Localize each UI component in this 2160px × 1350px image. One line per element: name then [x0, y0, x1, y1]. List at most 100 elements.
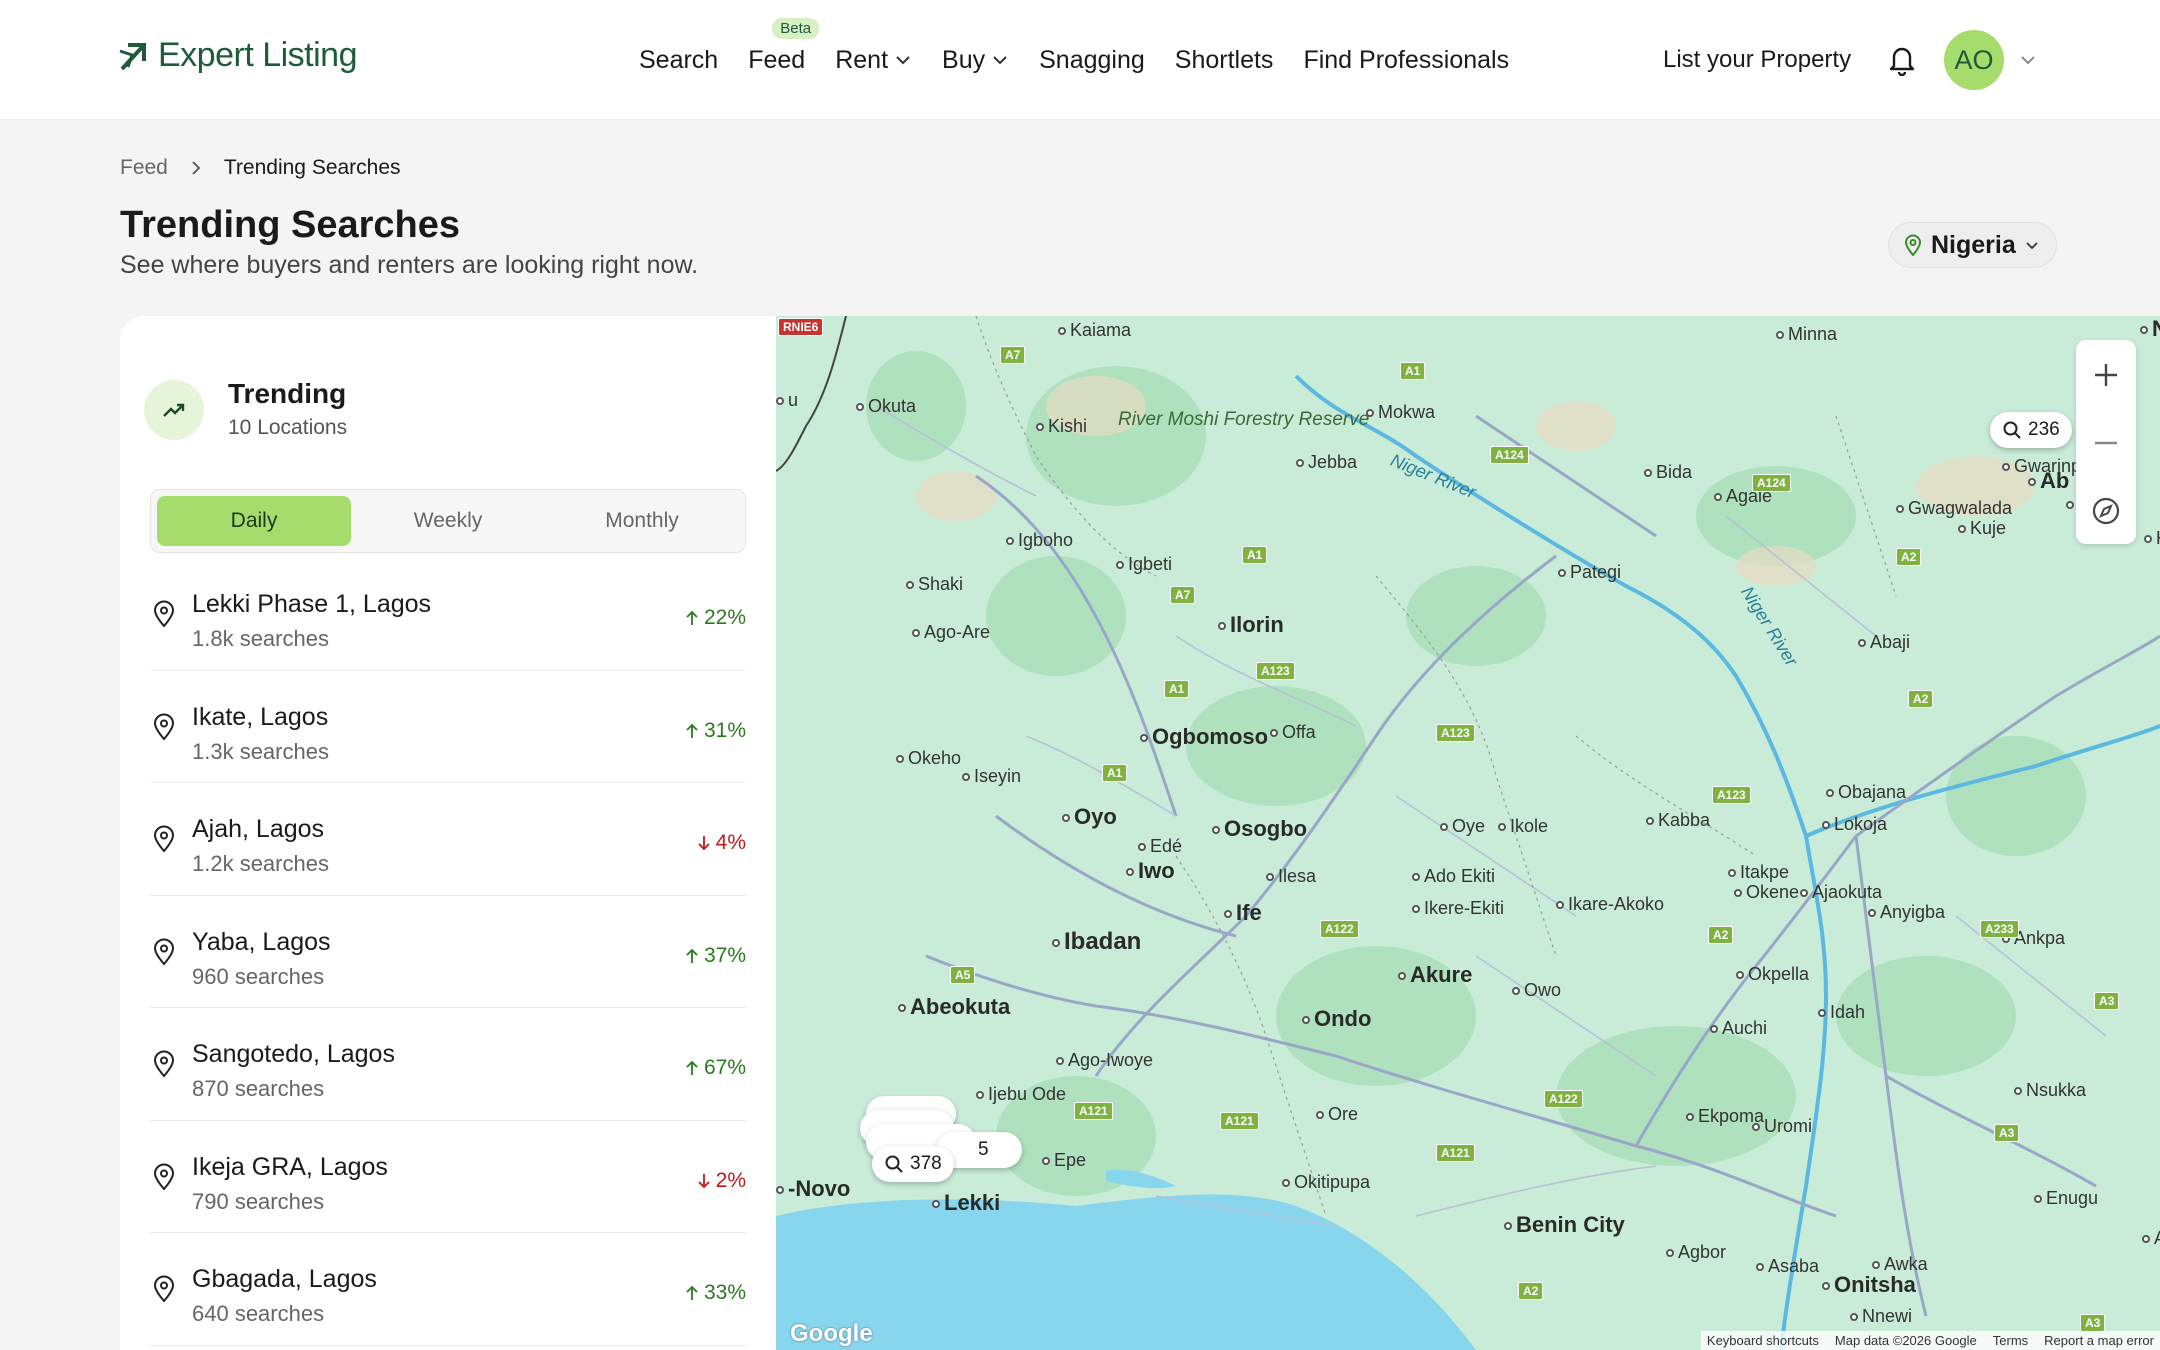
- location-row[interactable]: Ikate, Lagos 1.3k searches 31%: [150, 671, 746, 783]
- location-change: 2%: [696, 1169, 746, 1193]
- nav-rent[interactable]: Rent: [835, 46, 912, 75]
- place-dot-icon: [976, 1091, 984, 1100]
- map-place-label: Ago-Are: [912, 622, 990, 643]
- place-name: Itakpe: [1740, 862, 1790, 882]
- place-name: Asaba: [1768, 1256, 1820, 1276]
- location-change-value: 31%: [703, 718, 746, 742]
- map-place-label: Okene: [1734, 882, 1799, 903]
- place-dot-icon: [1710, 1025, 1718, 1034]
- place-name: Offa: [1282, 722, 1316, 742]
- place-dot-icon: [1282, 1179, 1290, 1188]
- location-search-count: 870 searches: [192, 1076, 325, 1101]
- place-name: Obajana: [1838, 782, 1907, 802]
- place-dot-icon: [1868, 909, 1876, 918]
- map-place-label: Kuje: [1958, 518, 2006, 539]
- tab-monthly[interactable]: Monthly: [545, 496, 739, 546]
- nav-search[interactable]: Search: [639, 46, 718, 75]
- search-pin[interactable]: 236: [1990, 412, 2072, 448]
- place-dot-icon: [1800, 889, 1808, 898]
- road-shield: A5: [950, 966, 976, 984]
- arrow-up-icon: [686, 610, 698, 625]
- place-name: Ab: [2040, 468, 2070, 493]
- location-row[interactable]: Gbagada, Lagos 640 searches 33%: [150, 1233, 746, 1346]
- location-row[interactable]: Ikeja GRA, Lagos 790 searches 2%: [150, 1121, 746, 1233]
- place-dot-icon: [1644, 469, 1652, 478]
- place-dot-icon: [1062, 814, 1070, 823]
- road-shield: A121: [1220, 1112, 1259, 1130]
- chevron-down-icon[interactable]: [2018, 50, 2038, 70]
- place-dot-icon: [1728, 869, 1736, 878]
- place-name: Igboho: [1018, 530, 1074, 550]
- list-property-link[interactable]: List your Property: [1663, 46, 1851, 74]
- page-subtitle: See where buyers and renters are looking…: [120, 251, 699, 279]
- google-logo: Google: [790, 1320, 873, 1347]
- place-name: Ikare-Akoko: [1568, 894, 1665, 914]
- nav-find-professionals[interactable]: Find Professionals: [1303, 46, 1509, 75]
- period-tabs: Daily Weekly Monthly: [150, 489, 746, 553]
- beta-badge: Beta: [772, 17, 820, 39]
- reserve-label: River Moshi Forestry Reserve: [1118, 409, 1370, 430]
- map-place-label: Abeokuta: [898, 994, 1010, 1020]
- nav-snagging[interactable]: Snagging: [1039, 46, 1145, 75]
- map-place-label: Anyigba: [1868, 902, 1945, 923]
- place-dot-icon: [1052, 938, 1060, 947]
- place-dot-icon: [2140, 326, 2148, 335]
- road-shield: A3: [2080, 1314, 2106, 1332]
- map[interactable]: River Moshi Forestry Reserve Niger River…: [776, 316, 2160, 1350]
- nav-buy[interactable]: Buy: [942, 46, 1009, 75]
- keyboard-shortcuts-link[interactable]: Keyboard shortcuts: [1707, 1333, 1819, 1348]
- map-place-label: Oyo: [1062, 804, 1117, 830]
- zoom-out-button[interactable]: [2076, 410, 2136, 476]
- place-dot-icon: [2002, 463, 2010, 472]
- compass-button[interactable]: [2076, 478, 2136, 544]
- map-place-label: Akure: [1398, 962, 1472, 988]
- location-row[interactable]: Sangotedo, Lagos 870 searches 67%: [150, 1008, 746, 1121]
- place-dot-icon: [1826, 789, 1834, 798]
- place-dot-icon: [1666, 1249, 1674, 1258]
- place-name: Enugu: [2046, 1188, 2099, 1208]
- location-search-count: 1.8k searches: [192, 626, 329, 651]
- place-dot-icon: [1858, 639, 1866, 648]
- bell-icon[interactable]: [1886, 42, 1918, 76]
- place-dot-icon: [1212, 826, 1220, 835]
- nav-snagging-label: Snagging: [1039, 45, 1145, 74]
- place-dot-icon: [2028, 478, 2036, 487]
- map-place-label: Ikole: [1498, 816, 1548, 837]
- map-place-label: Lekki: [932, 1190, 1000, 1216]
- logo[interactable]: Expert Listing: [118, 36, 358, 75]
- tab-weekly[interactable]: Weekly: [351, 496, 545, 546]
- place-dot-icon: [1504, 1222, 1512, 1231]
- tab-daily[interactable]: Daily: [157, 496, 351, 546]
- road-shield: A2: [1908, 690, 1934, 708]
- location-row[interactable]: Yaba, Lagos 960 searches 37%: [150, 896, 746, 1008]
- place-name: Ilesa: [1278, 866, 1317, 886]
- country-selector[interactable]: Nigeria: [1888, 222, 2057, 268]
- avatar[interactable]: AO: [1944, 30, 2004, 90]
- place-dot-icon: [1818, 1009, 1826, 1018]
- place-name: Owo: [1524, 980, 1562, 1000]
- location-row[interactable]: Ajah, Lagos 1.2k searches 4%: [150, 783, 746, 896]
- place-name: Uromi: [1764, 1116, 1812, 1136]
- place-dot-icon: [962, 773, 970, 782]
- report-error-link[interactable]: Report a map error: [2044, 1333, 2154, 1348]
- road-shield: A123: [1256, 662, 1295, 680]
- arrow-up-icon: [686, 1285, 698, 1300]
- panel-subtitle: 10 Locations: [228, 416, 348, 439]
- breadcrumb-feed[interactable]: Feed: [120, 156, 168, 180]
- nav-feed[interactable]: Feed Beta: [748, 17, 820, 75]
- place-dot-icon: [1224, 910, 1232, 919]
- zoom-in-button[interactable]: [2076, 342, 2136, 408]
- search-pin[interactable]: 378: [872, 1146, 954, 1182]
- map-place-label: Ago-Iwoye: [1056, 1050, 1153, 1071]
- place-name: Ogbomoso: [1152, 724, 1269, 749]
- map-place-label: Shaki: [906, 574, 963, 595]
- place-dot-icon: [1412, 905, 1420, 914]
- place-name: Jebba: [1308, 452, 1358, 472]
- place-name: Benin City: [1516, 1212, 1625, 1237]
- map-place-label: Igboho: [1006, 530, 1073, 551]
- nav-shortlets[interactable]: Shortlets: [1175, 46, 1274, 75]
- terms-link[interactable]: Terms: [1993, 1333, 2028, 1348]
- map-place-label: Okitipupa: [1282, 1172, 1370, 1193]
- location-row[interactable]: Lekki Phase 1, Lagos 1.8k searches 22%: [150, 558, 746, 671]
- location-change: 33%: [684, 1281, 746, 1305]
